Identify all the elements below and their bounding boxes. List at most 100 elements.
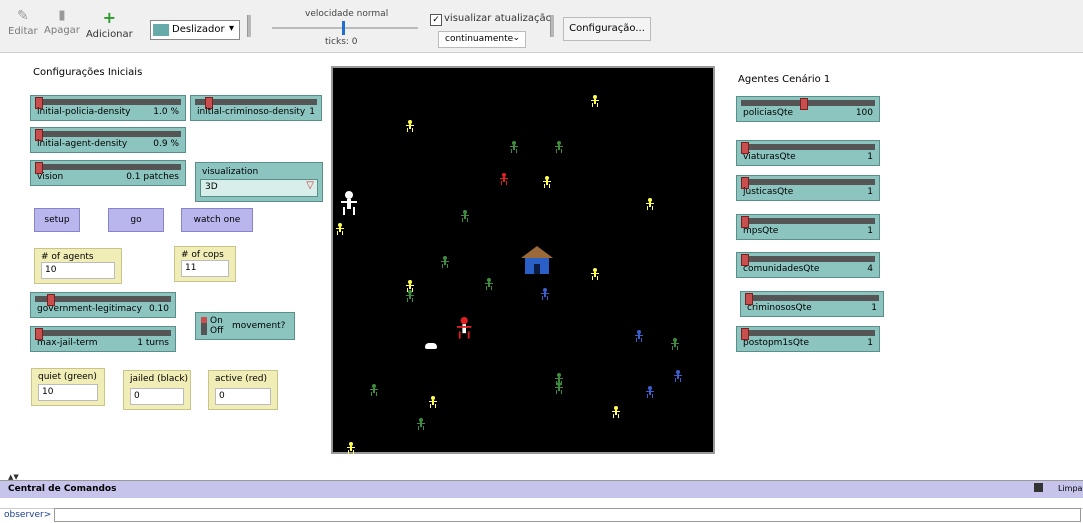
slider-name: comunidadesQte [743, 264, 820, 274]
scenario-slider-policiasQte[interactable]: policiasQte 100 [736, 96, 880, 122]
slider-track [745, 295, 879, 301]
visualization-chooser[interactable]: visualization 3D ▽ [195, 162, 323, 202]
monitor-label: jailed (black) [130, 374, 189, 384]
active-monitor: active (red) 0 [208, 370, 278, 410]
switch-thumb [201, 317, 207, 323]
widget-type-select[interactable]: Deslizador ▾ [150, 20, 240, 40]
slider-track [741, 179, 875, 185]
update-mode-select[interactable]: continuamente ⌄ [438, 31, 526, 48]
widget-type-value: Deslizador [172, 24, 225, 35]
slider-name: mpsQte [743, 226, 779, 236]
agent-person-icon [441, 256, 449, 268]
initial-agent-density-slider[interactable]: initial-agent-density 0.9 % [30, 127, 186, 153]
slider-name: initial-policia-density [37, 107, 131, 117]
command-input[interactable] [54, 508, 1081, 522]
expand-icon[interactable] [1034, 483, 1043, 492]
agent-person-icon [646, 198, 654, 210]
scenario-agents-title: Agentes Cenário 1 [738, 74, 831, 85]
initial-criminoso-density-slider[interactable]: initial-criminoso-density 1 [190, 95, 322, 121]
speed-slider-thumb[interactable] [342, 21, 345, 35]
slider-track [35, 99, 181, 105]
chooser-box[interactable]: 3D ▽ [200, 179, 318, 197]
view-updates-checkbox[interactable]: ✓ [430, 14, 442, 26]
pencil-icon: ✎ [16, 8, 29, 24]
agent-person-icon [543, 176, 551, 188]
chooser-label: visualization [202, 167, 259, 177]
agent-person-icon [646, 386, 654, 398]
slider-knob[interactable] [799, 98, 808, 110]
monitor-label: quiet (green) [38, 372, 97, 382]
monitor-value: 0 [130, 388, 184, 405]
slider-value: 1.0 % [153, 107, 179, 117]
slider-name: justicasQte [743, 187, 794, 197]
monitor-value: 11 [181, 260, 229, 277]
slider-value: 4 [867, 264, 873, 274]
switch-on-label: On [210, 316, 223, 326]
edit-button[interactable]: ✎ Editar [8, 8, 38, 37]
initial-policia-density-slider[interactable]: initial-policia-density 1.0 % [30, 95, 186, 121]
delete-label: Apagar [44, 25, 80, 36]
slider-track [35, 164, 181, 170]
monitor-value: 10 [38, 384, 98, 401]
slider-value: 1 [867, 152, 873, 162]
slider-track [741, 144, 875, 150]
switch-toggle[interactable] [201, 317, 207, 335]
chevron-down-icon: ⌄ [512, 33, 520, 43]
car-icon [425, 343, 437, 349]
agent-person-icon [370, 384, 378, 396]
scenario-slider-justicasQte[interactable]: justicasQte 1 [736, 175, 880, 201]
toolbar-divider [247, 15, 251, 37]
movement-switch[interactable]: On Off movement? [195, 312, 295, 340]
agent-person-icon [406, 290, 414, 302]
setup-button[interactable]: setup [34, 208, 80, 232]
slider-name: viaturasQte [743, 152, 796, 162]
delete-button[interactable]: ▮ Apagar [44, 8, 80, 36]
dropdown-triangle-icon: ▽ [306, 180, 314, 191]
clear-button[interactable]: Limpar [1058, 484, 1083, 493]
jailed-monitor: jailed (black) 0 [123, 370, 191, 410]
watched-agent-icon [341, 191, 357, 215]
slider-track [741, 218, 875, 224]
settings-button[interactable]: Configuração... [563, 17, 651, 41]
slider-name: initial-agent-density [37, 139, 128, 149]
speed-slider[interactable] [272, 21, 418, 35]
monitor-label: # of agents [41, 252, 94, 262]
agent-person-icon [336, 223, 344, 235]
slider-value: 1 [309, 107, 315, 117]
scenario-slider-viaturasQte[interactable]: viaturasQte 1 [736, 140, 880, 166]
slider-value: 0.10 [148, 304, 169, 314]
add-button[interactable]: + Adicionar [86, 8, 133, 40]
observer-prompt[interactable]: observer> [4, 510, 51, 520]
agent-person-icon [671, 338, 679, 350]
trash-icon: ▮ [58, 8, 66, 23]
vision-slider[interactable]: vision 0.1 patches [30, 160, 186, 186]
agent-person-icon [406, 120, 414, 132]
slider-name: max-jail-term [37, 338, 98, 348]
scenario-slider-comunidadesQte[interactable]: comunidadesQte 4 [736, 252, 880, 278]
house-icon [521, 246, 553, 274]
watch-one-button[interactable]: watch one [181, 208, 253, 232]
agent-person-icon [347, 442, 355, 454]
slider-value: 1 turns [137, 338, 169, 348]
ticks-counter: ticks: 0 [325, 37, 358, 47]
speed-label: velocidade normal [305, 9, 389, 19]
toolbar-divider [550, 15, 554, 37]
quiet-monitor: quiet (green) 10 [31, 368, 105, 406]
max-jail-term-slider[interactable]: max-jail-term 1 turns [30, 326, 176, 352]
scenario-slider-criminososQte[interactable]: criminososQte 1 [740, 291, 884, 317]
government-legitimacy-slider[interactable]: government-legitimacy 0.10 [30, 292, 176, 318]
slider-track [741, 100, 875, 106]
world-view[interactable] [331, 66, 715, 454]
agent-person-icon [541, 288, 549, 300]
agent-person-icon [555, 382, 563, 394]
agent-person-icon [591, 95, 599, 107]
slider-value: 1 [867, 226, 873, 236]
agent-person-icon [461, 210, 469, 222]
scenario-slider-postopm1sQte[interactable]: postopm1sQte 1 [736, 326, 880, 352]
agent-person-icon [429, 396, 437, 408]
scenario-slider-mpsQte[interactable]: mpsQte 1 [736, 214, 880, 240]
go-button[interactable]: go [108, 208, 164, 232]
agent-person-icon [500, 173, 508, 185]
cops-monitor: # of cops 11 [174, 246, 236, 282]
slider-track [35, 131, 181, 137]
